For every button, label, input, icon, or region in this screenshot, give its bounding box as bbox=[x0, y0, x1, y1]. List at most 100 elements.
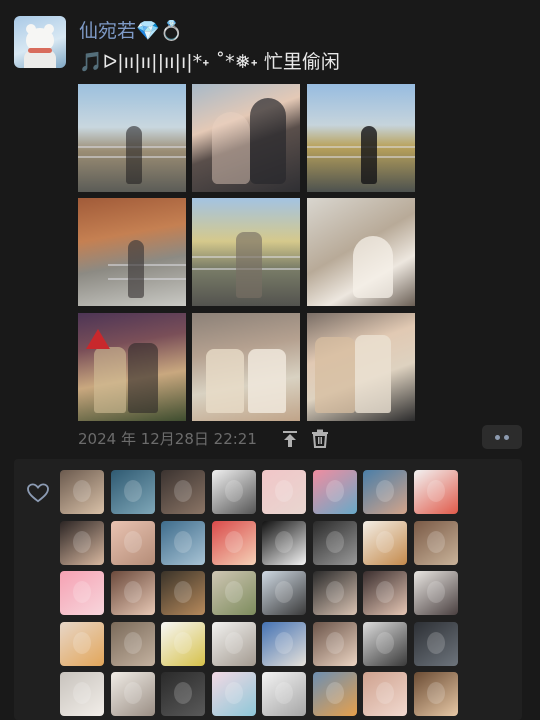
photo-person bbox=[126, 126, 142, 184]
liker-avatar-subject bbox=[224, 530, 243, 553]
liker-avatar-swimmers-water[interactable] bbox=[110, 470, 155, 514]
liker-avatar-subject bbox=[73, 682, 91, 704]
ring-icon: 💍 bbox=[159, 20, 184, 42]
liker-avatar-blue-bear[interactable] bbox=[262, 621, 306, 666]
liker-avatar-cat-indoor[interactable] bbox=[110, 621, 155, 666]
liker-avatar-subject bbox=[275, 530, 293, 553]
liker-avatar-man-black-white[interactable] bbox=[312, 520, 357, 565]
liker-avatar-subject bbox=[325, 480, 344, 502]
liker-avatar-subject bbox=[123, 682, 142, 704]
liker-avatar-dog-dark[interactable] bbox=[161, 571, 205, 615]
liker-avatar-subject bbox=[275, 480, 293, 502]
liker-avatar-colorful-stickers[interactable] bbox=[211, 672, 256, 716]
liker-avatar-girl-selfie[interactable] bbox=[110, 520, 155, 565]
photo-thumbnail[interactable] bbox=[192, 313, 300, 421]
liker-avatar-cartoon-boy[interactable] bbox=[60, 621, 104, 666]
user-nickname[interactable]: 仙宛若💎💍 bbox=[79, 16, 183, 46]
liker-avatar-pink-drawing[interactable] bbox=[60, 571, 104, 615]
liker-avatar-man-outdoor[interactable] bbox=[413, 520, 458, 565]
more-dots-button[interactable] bbox=[482, 425, 522, 449]
liker-avatar-subject bbox=[224, 581, 243, 603]
liker-avatar-pink-fish-illustration[interactable] bbox=[312, 470, 357, 514]
liker-avatar-girl-sweater[interactable] bbox=[312, 621, 357, 666]
photo-thumbnail[interactable] bbox=[192, 198, 300, 306]
liker-avatar-white-puppy[interactable] bbox=[60, 672, 104, 716]
trash-icon[interactable] bbox=[311, 429, 329, 448]
liker-avatar-subject bbox=[376, 631, 394, 654]
liker-avatar-subject bbox=[426, 581, 445, 603]
moments-post: 仙宛若💎💍 🎵ᐅ|ıı|ıı||ıı|ı|*˖ ˚*❅˖ 忙里偷闲 2024 年… bbox=[0, 0, 540, 720]
liker-avatar-man-dark-street[interactable] bbox=[413, 621, 458, 666]
liker-avatar-comic-face[interactable] bbox=[262, 520, 306, 565]
photo-person bbox=[128, 240, 144, 298]
liker-avatar-bear-cartoon[interactable] bbox=[363, 520, 407, 565]
liker-avatar-subject bbox=[73, 631, 91, 654]
photo-person bbox=[236, 232, 262, 298]
heart-outline-icon bbox=[27, 483, 49, 503]
liker-avatar-girl-pink-hair[interactable] bbox=[363, 672, 407, 716]
photo-person bbox=[212, 112, 250, 184]
photo-thumbnail[interactable] bbox=[307, 84, 415, 192]
liker-avatar-subject bbox=[325, 581, 344, 603]
photo-person bbox=[128, 343, 158, 413]
liker-avatar-woman-sketch[interactable] bbox=[211, 621, 256, 666]
liker-avatar-woman-black-hair[interactable] bbox=[60, 520, 104, 565]
liker-avatar-crayon-shinchan[interactable] bbox=[413, 470, 458, 514]
liker-avatar-manga-face[interactable] bbox=[211, 470, 256, 514]
post-text: 🎵ᐅ|ıı|ıı||ıı|ı|*˖ ˚*❅˖ 忙里偷闲 bbox=[79, 51, 340, 73]
liker-avatar-subject bbox=[123, 581, 142, 603]
liker-avatar-subject bbox=[224, 480, 243, 502]
liker-avatar-subject bbox=[224, 631, 243, 654]
photo-grid bbox=[78, 84, 415, 421]
liker-avatar-girl-hand-face[interactable] bbox=[363, 571, 407, 615]
liker-avatar-orange-cartoon[interactable] bbox=[312, 672, 357, 716]
photo-thumbnail[interactable] bbox=[307, 313, 415, 421]
liker-avatar-subject bbox=[376, 682, 394, 704]
liker-avatar-subject bbox=[275, 631, 293, 654]
liker-avatar-subject bbox=[426, 631, 445, 654]
liker-avatar-pink-sky[interactable] bbox=[262, 470, 306, 514]
photo-railing bbox=[108, 278, 186, 280]
liker-avatar-anime-girl-red[interactable] bbox=[211, 520, 256, 565]
liker-avatar-man-portrait-dark[interactable] bbox=[161, 470, 205, 514]
liker-avatar-subject bbox=[376, 581, 394, 603]
liker-avatar-blue-scene[interactable] bbox=[161, 520, 205, 565]
liker-avatar-christmas-tree[interactable] bbox=[413, 672, 458, 716]
diamond-icon: 💎 bbox=[136, 20, 160, 42]
liker-avatar-girl-bangs[interactable] bbox=[110, 571, 155, 615]
photo-thumbnail[interactable] bbox=[307, 198, 415, 306]
liker-avatar-woman-blue-sky[interactable] bbox=[363, 470, 407, 514]
more-dot bbox=[504, 435, 509, 440]
liker-avatar-girl-hat[interactable] bbox=[312, 571, 357, 615]
liker-avatar-subject bbox=[123, 530, 142, 553]
liker-avatar-dog-sticker[interactable] bbox=[161, 621, 205, 666]
photo-thumbnail[interactable] bbox=[78, 84, 186, 192]
photo-railing bbox=[108, 264, 186, 266]
post-meta-row: 2024 年 12月28日 22:21 bbox=[78, 425, 523, 450]
liker-avatar-man-hat[interactable] bbox=[262, 571, 306, 615]
liker-avatar-woman-flowers[interactable] bbox=[211, 571, 256, 615]
liker-avatar-subject bbox=[73, 581, 91, 603]
likes-panel bbox=[14, 459, 522, 720]
liker-avatar-woman-sketch-2[interactable] bbox=[110, 672, 155, 716]
pin-to-top-icon[interactable] bbox=[281, 430, 299, 448]
photo-person bbox=[206, 349, 244, 413]
photo-person bbox=[250, 98, 286, 184]
liker-avatar-dancers-street[interactable] bbox=[363, 621, 407, 666]
liker-avatar-cat-cartoon[interactable] bbox=[262, 672, 306, 716]
liker-avatar-subject bbox=[426, 530, 445, 553]
photo-person bbox=[315, 337, 355, 413]
post-timestamp: 2024 年 12月28日 22:21 bbox=[78, 430, 257, 448]
liker-avatar-subject bbox=[224, 682, 243, 704]
photo-thumbnail[interactable] bbox=[192, 84, 300, 192]
photo-person bbox=[361, 126, 377, 184]
liker-avatar-dark-scene[interactable] bbox=[161, 672, 205, 716]
liker-avatar-anime-girl-portrait[interactable] bbox=[413, 571, 458, 615]
photo-thumbnail[interactable] bbox=[78, 313, 186, 421]
liker-avatar-girl-reading[interactable] bbox=[60, 470, 104, 514]
photo-person bbox=[353, 236, 393, 298]
nickname-text: 仙宛若 bbox=[79, 20, 137, 42]
photo-thumbnail[interactable] bbox=[78, 198, 186, 306]
user-avatar[interactable] bbox=[14, 16, 66, 68]
liker-avatar-subject bbox=[275, 682, 293, 704]
